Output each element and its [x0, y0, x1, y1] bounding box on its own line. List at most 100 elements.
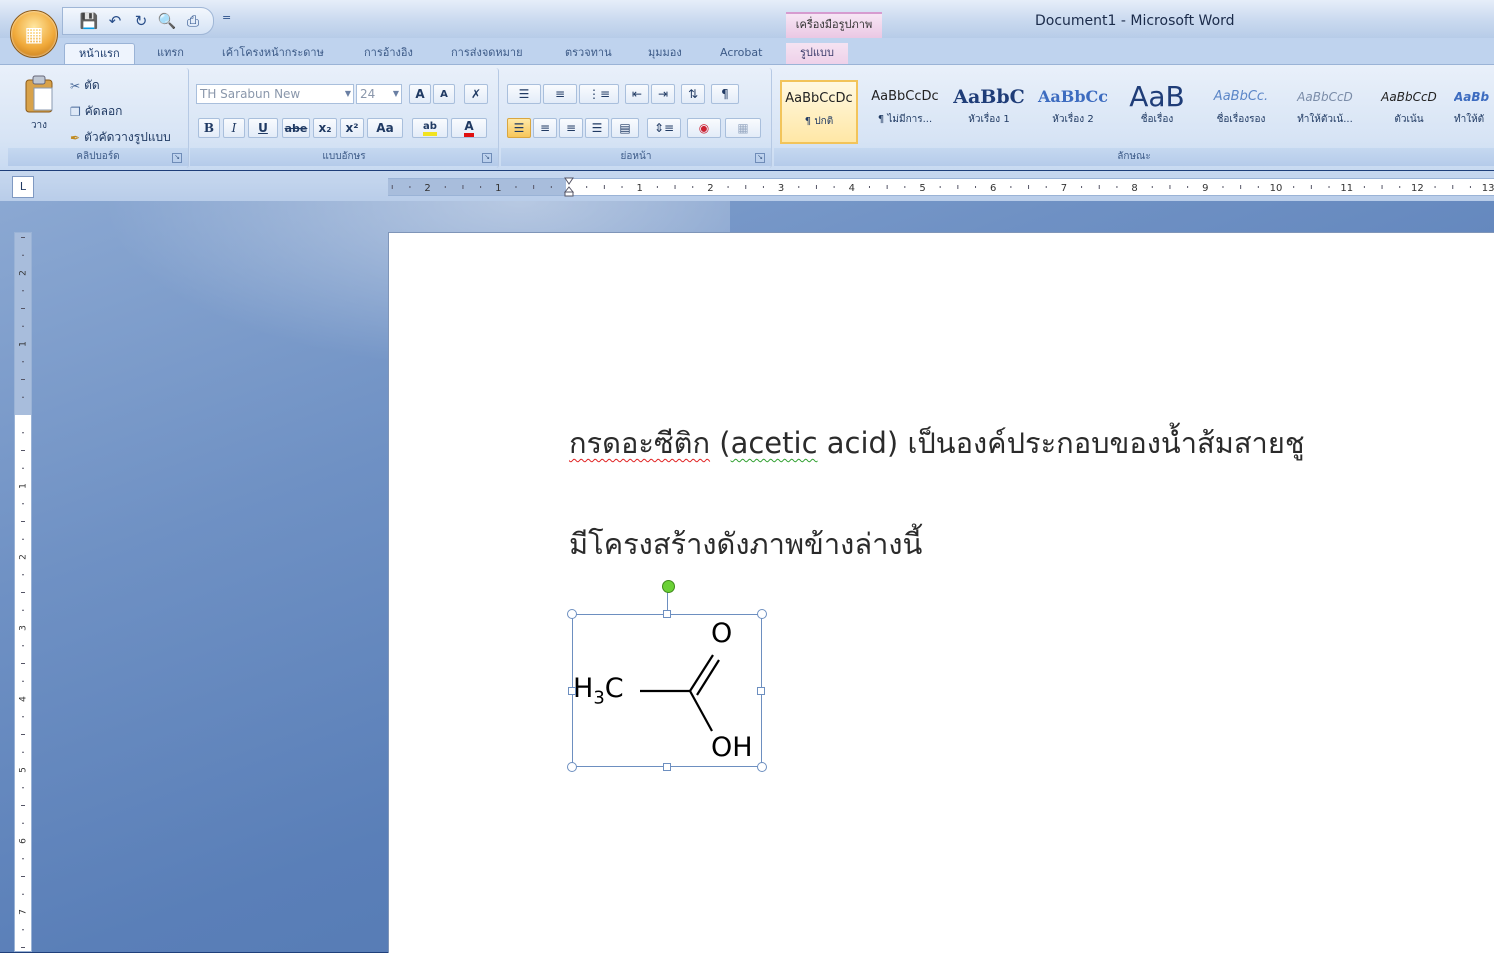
redo-icon[interactable]: ↻: [131, 11, 151, 31]
paragraph-launcher-icon[interactable]: ↘: [755, 153, 765, 163]
resize-handle-bottom[interactable]: [663, 763, 671, 771]
document-line-2[interactable]: มีโครงสร้างดังภาพข้างล่างนี้: [569, 521, 922, 567]
shading-button[interactable]: ◉: [687, 118, 721, 138]
office-logo-icon: ▦: [24, 22, 44, 46]
style-name: ¶ ปกติ: [804, 116, 834, 127]
borders-button[interactable]: ▦: [725, 118, 761, 138]
ruler-label: 1: [19, 483, 29, 489]
style-sample: AaBbC: [953, 86, 1025, 108]
italic-button[interactable]: I: [223, 118, 245, 138]
change-case-button[interactable]: Aa: [367, 118, 403, 138]
ruler-label: 7: [19, 909, 29, 915]
document-line-1[interactable]: กรดอะซีติก (acetic acid) เป็นองค์ประกอบข…: [569, 420, 1305, 466]
ruler-label: 1: [19, 341, 29, 347]
tab-view[interactable]: มุมมอง: [648, 43, 682, 64]
style-intense-emphasis[interactable]: AaBb ทำให้ตั: [1454, 80, 1494, 144]
indent-marker-icon[interactable]: [564, 177, 574, 197]
numbering-icon: ≡: [554, 87, 566, 101]
subscript-button[interactable]: x₂: [313, 118, 337, 138]
style-title[interactable]: AaB ชื่อเรื่อง: [1118, 80, 1196, 144]
ruler-label: 5: [919, 183, 925, 194]
style-sample: AaB: [1129, 80, 1185, 112]
underline-button[interactable]: U: [248, 118, 278, 138]
paint-bucket-icon: ◉: [698, 121, 710, 135]
style-subtle-emphasis[interactable]: AaBbCcD ทำให้ตัวเน้...: [1286, 80, 1364, 144]
font-color-button[interactable]: A: [451, 118, 487, 138]
style-name: ทำให้ตั: [1454, 114, 1485, 125]
shrink-font-button[interactable]: A: [433, 84, 455, 104]
font-name-combo[interactable]: TH Sarabun New ▼: [196, 84, 354, 104]
show-marks-button[interactable]: ¶: [711, 84, 739, 104]
align-center-button[interactable]: ≡: [533, 118, 557, 138]
strikethrough-button[interactable]: abe: [282, 118, 310, 138]
font-size-combo[interactable]: 24 ▼: [356, 84, 402, 104]
numbering-button[interactable]: ≡: [543, 84, 577, 104]
tab-selector[interactable]: L: [12, 176, 34, 198]
ruler-label: 6: [19, 838, 29, 844]
font-launcher-icon[interactable]: ↘: [482, 153, 492, 163]
cut-button[interactable]: ✂ ตัด: [70, 76, 100, 95]
resize-handle-left[interactable]: [568, 687, 576, 695]
increase-indent-button[interactable]: ⇥: [651, 84, 675, 104]
rotate-handle[interactable]: [662, 580, 675, 593]
tab-format[interactable]: รูปแบบ: [786, 43, 848, 64]
highlight-button[interactable]: ab: [412, 118, 448, 138]
resize-handle-top-left[interactable]: [567, 609, 577, 619]
decrease-indent-button[interactable]: ⇤: [625, 84, 649, 104]
bold-button[interactable]: B: [198, 118, 220, 138]
office-button[interactable]: ▦: [10, 10, 58, 58]
resize-handle-bottom-left[interactable]: [567, 762, 577, 772]
font-group: TH Sarabun New ▼ 24 ▼ A A ✗ B I U abe x₂…: [190, 68, 499, 168]
style-name: ชื่อเรื่อง: [1140, 114, 1174, 125]
style-emphasis[interactable]: AaBbCcD ตัวเน้น: [1370, 80, 1448, 144]
print-preview-icon[interactable]: 🔍: [157, 11, 177, 31]
tab-home[interactable]: หน้าแรก: [64, 43, 135, 65]
font-color-icon: A: [464, 119, 474, 137]
superscript-button[interactable]: x²: [340, 118, 364, 138]
resize-handle-top-right[interactable]: [757, 609, 767, 619]
line-spacing-button[interactable]: ⇕≡: [647, 118, 681, 138]
customize-qat-button[interactable]: =: [222, 11, 231, 24]
tab-insert[interactable]: แทรก: [157, 43, 184, 64]
line-spacing-icon: ⇕≡: [653, 121, 675, 135]
document-page[interactable]: [388, 232, 1494, 953]
format-painter-button[interactable]: ✒ ตัวคัดวางรูปแบบ: [70, 128, 171, 147]
horizontal-ruler[interactable]: 2 1 1 2 3 4 5 6 7 8 9 10 11 12 13: [388, 177, 1494, 197]
align-right-button[interactable]: ≡: [559, 118, 583, 138]
copy-button[interactable]: ❐ คัดลอก: [70, 102, 122, 121]
cut-label: ตัด: [84, 78, 100, 92]
undo-icon[interactable]: ↶: [105, 11, 125, 31]
justify-button[interactable]: ☰: [585, 118, 609, 138]
tab-references[interactable]: การอ้างอิง: [364, 43, 413, 64]
clipboard-launcher-icon[interactable]: ↘: [172, 153, 182, 163]
style-heading-2[interactable]: AaBbCc หัวเรื่อง 2: [1034, 80, 1112, 144]
multilevel-list-button[interactable]: ⋮≡: [579, 84, 619, 104]
grow-font-button[interactable]: A: [409, 84, 431, 104]
tab-page-layout[interactable]: เค้าโครงหน้ากระดาษ: [222, 43, 324, 64]
tab-mailings[interactable]: การส่งจดหมาย: [451, 43, 523, 64]
save-icon[interactable]: 💾: [79, 11, 99, 31]
style-heading-1[interactable]: AaBbC หัวเรื่อง 1: [950, 80, 1028, 144]
resize-handle-top[interactable]: [663, 610, 671, 618]
print-icon[interactable]: ⎙: [183, 11, 203, 31]
style-subtitle[interactable]: AaBbCc. ชื่อเรื่องรอง: [1202, 80, 1280, 144]
clear-formatting-button[interactable]: ✗: [464, 84, 488, 104]
sort-button[interactable]: ⇅: [681, 84, 705, 104]
distributed-button[interactable]: ▤: [611, 118, 639, 138]
resize-handle-bottom-right[interactable]: [757, 762, 767, 772]
paste-button[interactable]: วาง: [22, 74, 56, 133]
tab-acrobat[interactable]: Acrobat: [720, 43, 762, 64]
resize-handle-right[interactable]: [757, 687, 765, 695]
bullets-button[interactable]: ☰: [507, 84, 541, 104]
ruler-label: 2: [19, 554, 29, 560]
ribbon: วาง ✂ ตัด ❐ คัดลอก ✒ ตัวคัดวางรูปแบบ คลิ…: [0, 64, 1494, 170]
style-normal[interactable]: AaBbCcDc ¶ ปกติ: [780, 80, 858, 144]
acetic-acid-structure-image[interactable]: H3C O OH: [572, 614, 762, 767]
carbonyl-oxygen-label: O: [711, 618, 733, 649]
style-no-spacing[interactable]: AaBbCcDc ¶ ไม่มีการ...: [866, 80, 944, 144]
grammar-flagged-word: acetic: [730, 426, 818, 460]
vertical-ruler[interactable]: 2 1 1 2 3 4 5 6 7: [14, 232, 32, 952]
align-left-button[interactable]: ☰: [507, 118, 531, 138]
paste-icon: [25, 75, 53, 113]
tab-review[interactable]: ตรวจทาน: [565, 43, 612, 64]
